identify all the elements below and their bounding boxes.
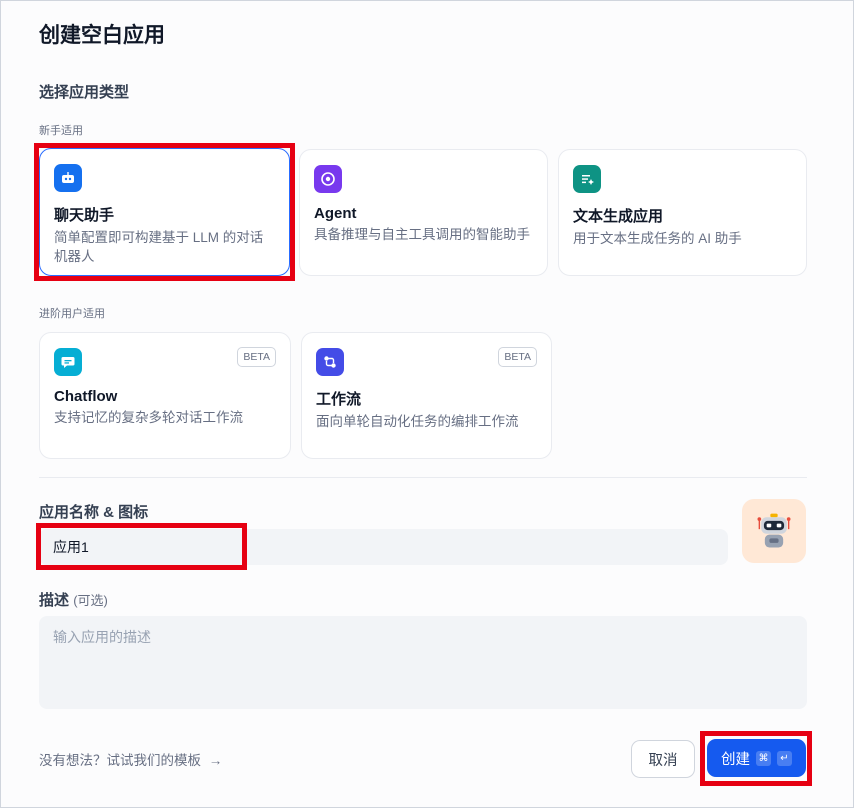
beta-badge: BETA — [498, 347, 537, 367]
app-type-name: 工作流 — [316, 391, 362, 408]
agent-icon — [314, 165, 342, 193]
app-type-card-chatbot[interactable]: 聊天助手 简单配置即可构建基于 LLM 的对话机器人 — [39, 148, 290, 276]
description-textarea[interactable] — [39, 616, 807, 709]
app-type-card-agent[interactable]: Agent 具备推理与自主工具调用的智能助手 — [299, 149, 548, 276]
app-type-desc: 具备推理与自主工具调用的智能助手 — [314, 227, 530, 242]
command-key-icon: ⌘ — [756, 750, 771, 766]
robot-avatar-icon[interactable] — [742, 499, 806, 563]
chat-bot-icon — [54, 164, 82, 192]
create-app-dialog: 创建空白应用 选择应用类型 新手适用 聊天助手 简单配置即可构建基于 LLM 的… — [0, 0, 854, 808]
app-type-section-label: 选择应用类型 — [39, 84, 130, 101]
cancel-button[interactable]: 取消 — [631, 740, 695, 778]
arrow-right-icon: → — [208, 753, 223, 768]
app-type-card-workflow[interactable]: 工作流 面向单轮自动化任务的编排工作流 BETA — [301, 332, 552, 459]
dialog-title: 创建空白应用 — [39, 24, 165, 47]
app-type-name: 聊天助手 — [54, 207, 115, 224]
try-templates-link[interactable]: 没有想法？试试我们的模板 → — [39, 749, 222, 769]
app-type-desc: 简单配置即可构建基于 LLM 的对话机器人 — [54, 230, 264, 264]
app-type-desc: 面向单轮自动化任务的编排工作流 — [316, 414, 519, 429]
app-name-input[interactable] — [39, 529, 728, 565]
app-type-desc: 支持记忆的复杂多轮对话工作流 — [54, 410, 243, 425]
app-type-card-chatflow[interactable]: Chatflow 支持记忆的复杂多轮对话工作流 BETA — [39, 332, 291, 459]
description-label-text: 描述 — [39, 592, 70, 609]
create-button-label: 创建 — [721, 751, 750, 768]
chatflow-icon — [54, 348, 82, 376]
advanced-group-label: 进阶用户适用 — [39, 308, 105, 320]
app-type-name: Chatflow — [54, 388, 118, 405]
app-name-label: 应用名称 & 图标 — [39, 504, 149, 521]
app-type-name: Agent — [314, 205, 357, 222]
section-divider — [39, 477, 807, 478]
beta-badge: BETA — [237, 347, 276, 367]
description-label: 描述 (可选) — [39, 589, 108, 610]
create-button[interactable]: 创建 ⌘ ↵ — [707, 739, 806, 777]
text-generation-icon — [573, 165, 601, 193]
optional-hint: (可选) — [73, 593, 108, 608]
beginner-group-label: 新手适用 — [39, 125, 83, 137]
enter-key-icon: ↵ — [777, 750, 792, 766]
try-templates-text: 没有想法？试试我们的模板 — [39, 753, 201, 768]
app-type-name: 文本生成应用 — [573, 208, 664, 225]
workflow-icon — [316, 348, 344, 376]
app-type-desc: 用于文本生成任务的 AI 助手 — [573, 231, 742, 246]
app-type-card-text-generation[interactable]: 文本生成应用 用于文本生成任务的 AI 助手 — [558, 149, 807, 276]
